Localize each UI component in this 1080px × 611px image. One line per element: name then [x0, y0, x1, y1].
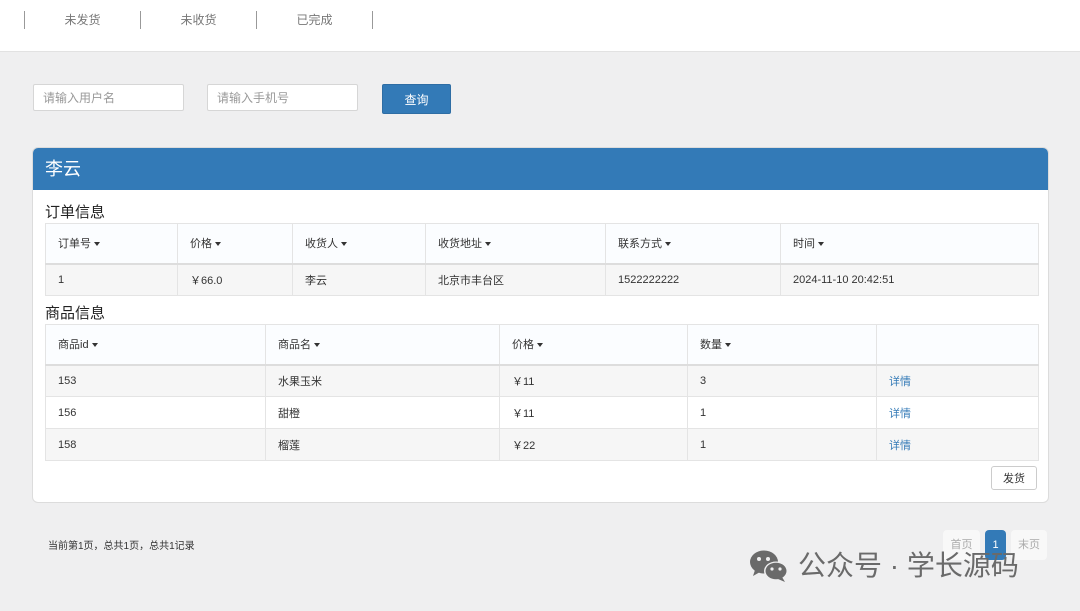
order-no-cell: 1: [45, 263, 178, 296]
watermark-text: 公众号 · 学长源码: [798, 550, 1019, 581]
tab-unreceived[interactable]: 未收货: [141, 11, 256, 29]
col-receiver[interactable]: 收货人: [292, 223, 426, 265]
column-label: 收货地址: [438, 238, 482, 251]
price-cell: ￥66.0: [177, 263, 293, 296]
col-goods-price[interactable]: 价格: [499, 324, 688, 366]
action-cell: 详情: [876, 364, 1039, 397]
panel-title: 李云: [33, 148, 1048, 190]
address-cell: 北京市丰台区: [425, 263, 606, 296]
watermark: 公众号 · 学长源码: [748, 548, 1019, 584]
col-address[interactable]: 收货地址: [425, 223, 606, 265]
order-panel: 李云 订单信息 订单号 价格 收货人 收货地址 联系方式 时间 1 ￥66.0 …: [32, 147, 1049, 503]
goods-price-cell: ￥22: [499, 428, 688, 461]
sort-caret-icon: [818, 242, 824, 247]
sort-caret-icon: [94, 242, 100, 247]
tab-divider: [372, 11, 373, 29]
sort-caret-icon: [91, 343, 98, 348]
column-label: 价格: [190, 238, 212, 251]
username-search-input[interactable]: [33, 84, 184, 111]
column-label: 收货人: [305, 238, 338, 251]
goods-table: 商品id 商品名 价格 数量 153 水果玉米 ￥11 3 详情 156 甜橙 …: [45, 324, 1039, 461]
ship-button[interactable]: 发货: [991, 466, 1037, 490]
phone-search-input[interactable]: [207, 84, 358, 111]
tab-unshipped[interactable]: 未发货: [25, 11, 140, 29]
goods-id-cell: 158: [45, 428, 266, 461]
sort-caret-icon: [314, 343, 320, 348]
time-cell: 2024-11-10 20:42:51: [780, 263, 1039, 296]
goods-id-cell: 153: [45, 364, 266, 397]
goods-id-cell: 156: [45, 396, 266, 429]
goods-header-row: 商品id 商品名 价格 数量: [45, 324, 1039, 366]
detail-link[interactable]: 详情: [889, 376, 911, 388]
col-order-no[interactable]: 订单号: [45, 223, 178, 265]
sort-caret-icon: [537, 343, 543, 348]
goods-price-cell: ￥11: [499, 364, 688, 397]
pagination-info: 当前第1页，总共1页，总共1记录: [48, 541, 195, 552]
table-row: 156 甜橙 ￥11 1 详情: [45, 396, 1039, 429]
contact-cell: 1522222222: [605, 263, 781, 296]
order-status-tabs: 未发货 未收货 已完成: [24, 11, 373, 29]
col-goods-name[interactable]: 商品名: [265, 324, 500, 366]
sort-caret-icon: [665, 242, 671, 247]
wechat-icon: [750, 550, 788, 582]
quantity-cell: 1: [687, 428, 877, 461]
order-table: 订单号 价格 收货人 收货地址 联系方式 时间 1 ￥66.0 李云 北京市丰台…: [45, 223, 1039, 296]
goods-name-cell: 甜橙: [265, 396, 500, 429]
goods-name-cell: 水果玉米: [265, 364, 500, 397]
sort-caret-icon: [485, 242, 491, 247]
table-row: 1 ￥66.0 李云 北京市丰台区 1522222222 2024-11-10 …: [45, 263, 1039, 296]
tab-completed[interactable]: 已完成: [257, 11, 372, 29]
sort-caret-icon: [341, 242, 347, 247]
table-row: 153 水果玉米 ￥11 3 详情: [45, 364, 1039, 397]
col-time[interactable]: 时间: [780, 223, 1039, 265]
col-contact[interactable]: 联系方式: [605, 223, 781, 265]
col-quantity[interactable]: 数量: [687, 324, 877, 366]
goods-info-title: 商品信息: [45, 305, 106, 322]
detail-link[interactable]: 详情: [889, 440, 911, 452]
column-label: 数量: [700, 339, 722, 352]
col-goods-id[interactable]: 商品id: [45, 324, 266, 366]
column-label: 时间: [793, 238, 815, 251]
goods-name-cell: 榴莲: [265, 428, 500, 461]
quantity-cell: 1: [687, 396, 877, 429]
col-price[interactable]: 价格: [177, 223, 293, 265]
action-cell: 详情: [876, 396, 1039, 429]
column-label: 联系方式: [618, 238, 662, 251]
goods-price-cell: ￥11: [499, 396, 688, 429]
order-header-row: 订单号 价格 收货人 收货地址 联系方式 时间: [45, 223, 1039, 265]
column-label: 价格: [512, 339, 534, 352]
detail-link[interactable]: 详情: [889, 408, 911, 420]
query-button[interactable]: 查询: [382, 84, 451, 114]
receiver-cell: 李云: [292, 263, 426, 296]
column-label: 商品id: [58, 339, 89, 352]
sort-caret-icon: [215, 242, 221, 247]
column-label: 商品名: [278, 339, 311, 352]
column-label: 订单号: [58, 238, 91, 251]
order-info-title: 订单信息: [45, 204, 106, 221]
col-action: [876, 324, 1039, 366]
table-row: 158 榴莲 ￥22 1 详情: [45, 428, 1039, 461]
top-nav-bar: 未发货 未收货 已完成: [0, 0, 1080, 52]
quantity-cell: 3: [687, 364, 877, 397]
action-cell: 详情: [876, 428, 1039, 461]
sort-caret-icon: [725, 343, 731, 348]
